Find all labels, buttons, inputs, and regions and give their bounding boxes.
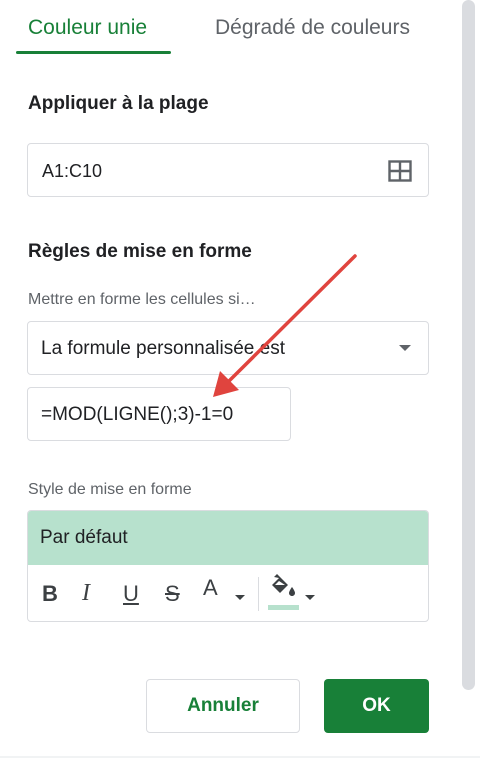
- condition-label: Mettre en forme les cellules si…: [28, 291, 256, 308]
- tab-color-gradient[interactable]: Dégradé de couleurs: [215, 16, 410, 40]
- text-color-dropdown-icon[interactable]: [235, 595, 245, 600]
- active-tab-indicator: [16, 51, 171, 54]
- ok-button[interactable]: OK: [324, 679, 429, 733]
- underline-button[interactable]: U: [123, 583, 139, 605]
- format-style-label: Style de mise en forme: [28, 481, 192, 498]
- cancel-button[interactable]: Annuler: [146, 679, 300, 733]
- scrollbar[interactable]: [462, 0, 475, 690]
- fill-color-dropdown-icon[interactable]: [305, 595, 315, 600]
- format-style-box: Par défaut B I U S A: [27, 510, 429, 622]
- select-range-grid-icon[interactable]: [388, 160, 412, 182]
- style-preview[interactable]: Par défaut: [28, 511, 428, 565]
- bold-button[interactable]: B: [42, 583, 58, 605]
- fill-color-bucket-icon[interactable]: [268, 573, 298, 603]
- style-toolbar: B I U S A: [28, 565, 428, 621]
- toolbar-divider: [258, 577, 259, 611]
- formula-value: =MOD(LIGNE();3)-1=0: [41, 404, 234, 425]
- range-input[interactable]: A1:C10: [27, 143, 429, 197]
- format-rules-title: Règles de mise en forme: [28, 241, 252, 262]
- range-value: A1:C10: [42, 161, 103, 181]
- condition-select[interactable]: La formule personnalisée est: [27, 321, 429, 375]
- apply-to-range-title: Appliquer à la plage: [28, 93, 209, 114]
- style-preview-text: Par défaut: [40, 527, 128, 548]
- strikethrough-button[interactable]: S: [165, 583, 180, 605]
- formula-input[interactable]: =MOD(LIGNE();3)-1=0: [27, 387, 291, 441]
- dropdown-arrow-icon: [399, 345, 411, 351]
- italic-button[interactable]: I: [82, 581, 90, 605]
- tab-solid-color[interactable]: Couleur unie: [28, 16, 147, 40]
- condition-value: La formule personnalisée est: [41, 338, 285, 359]
- text-color-button[interactable]: A: [203, 577, 218, 599]
- fill-color-swatch: [268, 605, 299, 610]
